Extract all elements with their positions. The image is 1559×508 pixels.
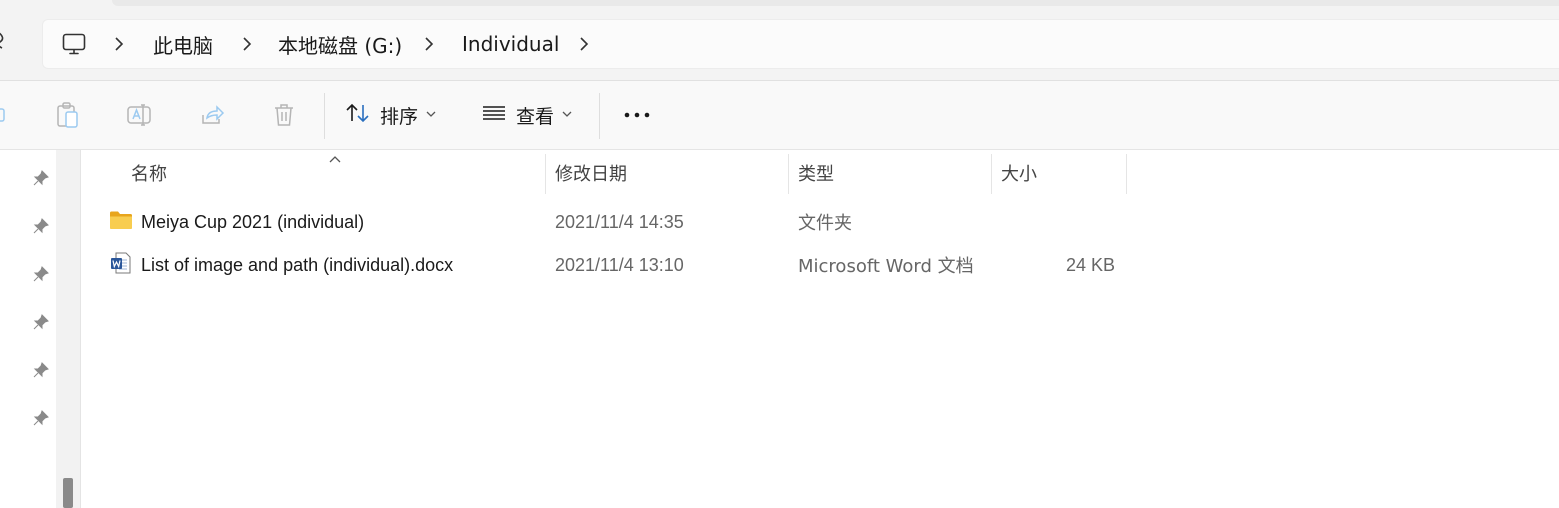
rename-icon[interactable] [120, 81, 160, 149]
column-header-name[interactable]: 名称 [131, 150, 541, 196]
column-header-type[interactable]: 类型 [798, 150, 988, 196]
chevron-right-icon[interactable] [113, 20, 125, 68]
nav-scrollbar-thumb[interactable] [63, 478, 73, 508]
nav-scrollbar-track[interactable] [56, 150, 81, 508]
pin-icon[interactable] [32, 313, 52, 333]
file-name: List of image and path (individual).docx [141, 254, 454, 275]
column-divider[interactable] [991, 154, 992, 194]
file-type: 文件夹 [798, 213, 852, 234]
file-type: Microsoft Word 文档 [798, 256, 974, 277]
file-explorer-window: 此电脑 本地磁盘 (G:) Individual 排序 查看 名称 修改日期 类… [0, 0, 1559, 508]
toolbar-separator [599, 93, 600, 139]
paste-icon[interactable] [48, 81, 88, 149]
file-modified-date: 2021/11/4 14:35 [555, 211, 684, 232]
chevron-right-icon[interactable] [578, 20, 590, 68]
toolbar-separator [324, 93, 325, 139]
pin-icon[interactable] [32, 409, 52, 429]
pin-icon[interactable] [32, 217, 52, 237]
breadcrumb-individual[interactable]: Individual [462, 20, 559, 68]
address-bar[interactable]: 此电脑 本地磁盘 (G:) Individual [42, 19, 1559, 69]
file-name: Meiya Cup 2021 (individual) [141, 211, 365, 232]
partial-nav-icon[interactable] [0, 30, 8, 56]
breadcrumb-this-pc[interactable]: 此电脑 [153, 20, 213, 68]
column-divider[interactable] [788, 154, 789, 194]
sort-icon [344, 101, 372, 130]
pin-icon[interactable] [32, 169, 52, 189]
navigation-pane [0, 150, 55, 508]
delete-icon[interactable] [264, 81, 304, 149]
title-area: 此电脑 本地磁盘 (G:) Individual [0, 0, 1559, 81]
column-divider[interactable] [545, 154, 546, 194]
view-label: 查看 [516, 105, 555, 128]
column-header-size[interactable]: 大小 [1001, 150, 1121, 196]
file-row[interactable]: List of image and path (individual).docx… [109, 245, 1209, 285]
file-size [989, 202, 1115, 242]
pin-icon[interactable] [32, 265, 52, 285]
file-name-cell[interactable]: List of image and path (individual).docx [109, 245, 453, 285]
file-name-cell[interactable]: Meiya Cup 2021 (individual) [109, 202, 364, 242]
chevron-right-icon[interactable] [241, 20, 253, 68]
file-size: 24 KB [1065, 254, 1115, 275]
more-dots-icon [624, 112, 650, 118]
this-pc-icon[interactable] [61, 20, 87, 68]
sort-label: 排序 [380, 105, 419, 128]
view-list-icon [480, 101, 508, 130]
command-bar: 排序 查看 [0, 81, 1559, 150]
chevron-right-icon[interactable] [423, 20, 435, 68]
file-modified-date: 2021/11/4 13:10 [555, 254, 684, 275]
word-document-icon [109, 251, 133, 280]
pin-icon[interactable] [32, 361, 52, 381]
file-row[interactable]: Meiya Cup 2021 (individual) 2021/11/4 14… [109, 202, 1209, 242]
breadcrumb-local-disk-g[interactable]: 本地磁盘 (G:) [278, 20, 402, 68]
file-list: 名称 修改日期 类型 大小 Meiya Cup 2021 (individual… [81, 150, 1559, 508]
column-divider[interactable] [1126, 154, 1127, 194]
more-options-button[interactable] [616, 81, 658, 149]
folder-icon [109, 210, 133, 235]
sort-button[interactable]: 排序 [344, 81, 444, 149]
view-button[interactable]: 查看 [480, 81, 580, 149]
chevron-down-icon [562, 109, 572, 121]
partial-new-icon[interactable] [0, 81, 12, 149]
chevron-down-icon [426, 109, 436, 121]
share-icon[interactable] [192, 81, 232, 149]
tab-strip-edge [112, 0, 1559, 6]
column-header-modified[interactable]: 修改日期 [555, 150, 785, 196]
